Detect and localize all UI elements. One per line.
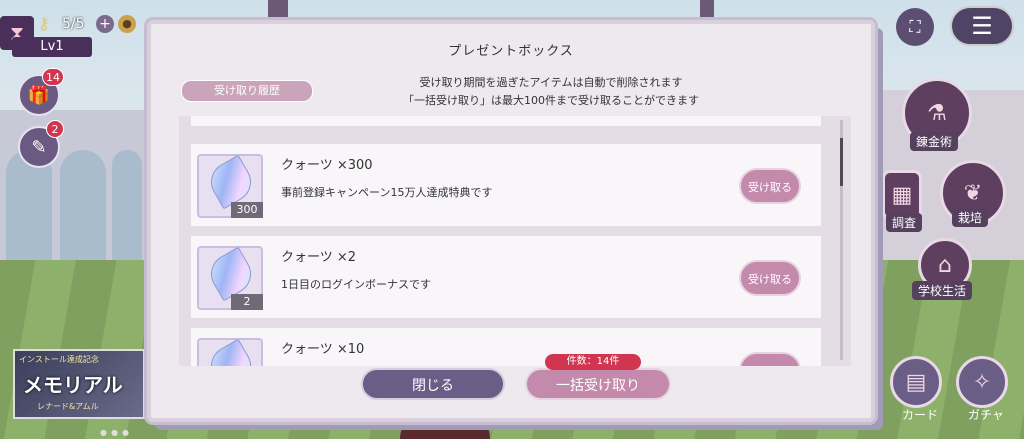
alchemy-label: 錬金術 bbox=[910, 132, 959, 151]
item-description: 事前登録キャンペーン15万人達成特典です bbox=[281, 186, 493, 199]
tower bbox=[700, 0, 714, 20]
banner-subtitle: レナード&アムル bbox=[37, 402, 99, 411]
item-quantity: 300 bbox=[231, 202, 263, 218]
school-life-label: 学校生活 bbox=[912, 281, 973, 300]
add-stamina-button[interactable]: + bbox=[96, 15, 114, 33]
receive-button[interactable]: 受け取る bbox=[739, 168, 801, 204]
item-description: 1日目のログインボーナスです bbox=[281, 278, 431, 291]
pencil-note-icon: ✎ bbox=[31, 136, 47, 158]
gift-icon: 🎁 bbox=[27, 84, 51, 106]
event-banner[interactable]: インストール達成記念 メモリアル レナード&アムル bbox=[13, 349, 145, 419]
dialog-title: プレゼントボックス bbox=[448, 44, 574, 59]
coin-icon: ● bbox=[118, 15, 136, 33]
arch bbox=[112, 150, 142, 260]
notice-line-1: 受け取り期間を過ぎたアイテムは自動で削除されます bbox=[419, 76, 683, 89]
gift-count-badge: 14 bbox=[42, 68, 64, 86]
quartz-gem-icon bbox=[203, 338, 259, 366]
receive-button[interactable]: 受け取る bbox=[739, 260, 801, 296]
scrollbar-thumb[interactable] bbox=[840, 138, 843, 186]
stamina-count: 5/5 bbox=[62, 16, 85, 32]
receive-history-button[interactable]: 受け取り履歴 bbox=[181, 80, 313, 102]
main-menu-button[interactable]: ☰ bbox=[950, 6, 1014, 46]
sprout-icon: ❦ bbox=[963, 180, 983, 206]
close-button[interactable]: 閉じる bbox=[361, 368, 505, 400]
item-icon bbox=[197, 338, 263, 366]
hamburger-icon: ☰ bbox=[971, 12, 993, 40]
gacha-label: ガチャ bbox=[968, 408, 1004, 422]
list-item bbox=[191, 116, 821, 126]
list-item: 2 クォーツ ×2 1日目のログインボーナスです 受け取る bbox=[191, 236, 821, 318]
fullscreen-icon: ⛶ bbox=[909, 17, 921, 36]
list-item: クォーツ ×10 bbox=[191, 328, 821, 366]
investigate-label: 調査 bbox=[886, 213, 923, 232]
item-quantity: 2 bbox=[231, 294, 263, 310]
card-label: カード bbox=[902, 408, 939, 422]
item-name: クォーツ ×2 bbox=[281, 250, 357, 265]
map-icon: ▦ bbox=[891, 182, 913, 208]
banner-pager-dots[interactable]: ●●● bbox=[100, 428, 133, 437]
mission-button[interactable]: ✎ 2 bbox=[18, 120, 64, 168]
present-list[interactable]: 300 クォーツ ×300 事前登録キャンペーン15万人達成特典です 受け取る … bbox=[179, 116, 851, 366]
arch bbox=[60, 150, 106, 260]
tower bbox=[268, 0, 288, 20]
mission-count-badge: 2 bbox=[46, 120, 64, 138]
list-item: 300 クォーツ ×300 事前登録キャンペーン15万人達成特典です 受け取る bbox=[191, 144, 821, 226]
item-name: クォーツ ×10 bbox=[281, 342, 365, 357]
present-box-dialog: プレゼントボックス 受け取り履歴 受け取り期間を過ぎたアイテムは自動で削除されま… bbox=[147, 20, 875, 422]
school-icon: ⌂ bbox=[938, 252, 952, 278]
cauldron-icon: ⚗ bbox=[927, 100, 947, 126]
fullscreen-button[interactable]: ⛶ bbox=[896, 8, 934, 46]
banner-top-text: インストール達成記念 bbox=[19, 355, 99, 364]
item-icon: 2 bbox=[197, 246, 263, 310]
present-count-tag: 件数：14件 bbox=[545, 354, 641, 370]
banner-title: メモリアル bbox=[23, 373, 123, 397]
item-name: クォーツ ×300 bbox=[281, 158, 373, 173]
cultivate-label: 栽培 bbox=[952, 208, 989, 227]
item-icon: 300 bbox=[197, 154, 263, 218]
gift-box-button[interactable]: 🎁 14 bbox=[18, 68, 64, 116]
key-icon: ⚷ bbox=[38, 14, 50, 33]
claim-all-button[interactable]: 一括受け取り bbox=[525, 368, 671, 400]
gacha-icon: ✧ bbox=[972, 369, 992, 395]
card-button[interactable]: ▤ bbox=[890, 356, 942, 408]
card-icon: ▤ bbox=[905, 369, 927, 395]
receive-button[interactable] bbox=[739, 352, 801, 366]
notice-line-2: 「一括受け取り」は最大100件まで受け取ることができます bbox=[403, 94, 699, 107]
gacha-button[interactable]: ✧ bbox=[956, 356, 1008, 408]
player-level: Lv1 bbox=[12, 37, 92, 57]
